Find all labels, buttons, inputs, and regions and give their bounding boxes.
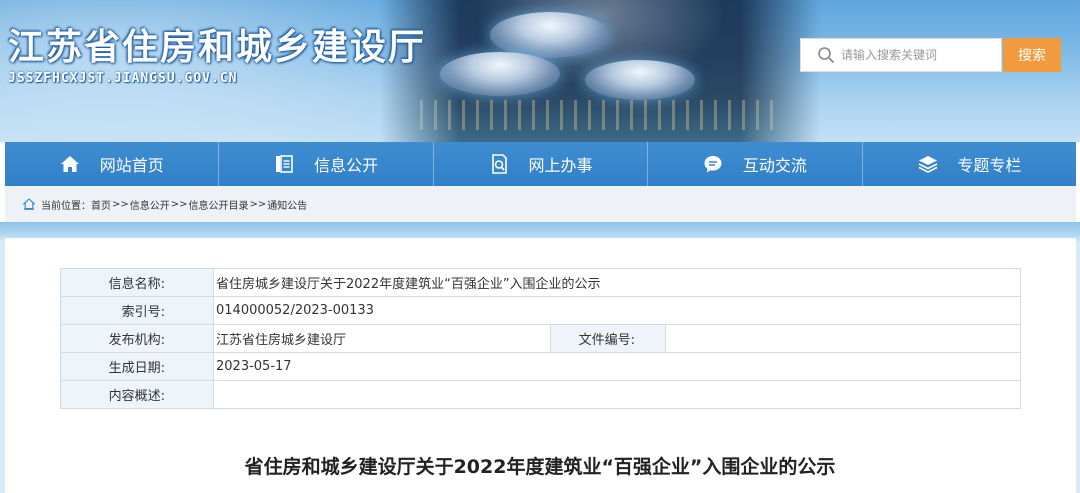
publishing-org-label: 发布机构:: [60, 324, 214, 353]
site-domain: JSSZFHCXJST.JIANGSU.GOV.CN: [8, 71, 238, 86]
stadium-dome: [440, 52, 560, 96]
breadcrumb-home[interactable]: 首页: [91, 197, 111, 212]
date-label: 生成日期:: [60, 352, 214, 381]
nav-item-home[interactable]: 网站首页: [5, 142, 220, 186]
breadcrumb-prefix: 当前位置：: [41, 200, 91, 212]
info-table: 信息名称: 省住房城乡建设厅关于2022年度建筑业“百强企业”入围企业的公示 索…: [60, 268, 1021, 409]
date-value: 2023-05-17: [213, 352, 1021, 381]
table-row: 发布机构: 江苏省住房城乡建设厅 文件编号:: [60, 324, 1021, 353]
city-lights: [420, 100, 780, 130]
publishing-org-value: 江苏省住房城乡建设厅: [213, 324, 551, 353]
breadcrumb-separator: >>: [249, 198, 267, 210]
stadium-dome: [585, 60, 695, 100]
document-title: 省住房和城乡建设厅关于2022年度建筑业“百强企业”入围企业的公示: [244, 456, 836, 478]
search-doc-icon: [489, 154, 509, 174]
nav-item-interaction[interactable]: 互动交流: [648, 142, 863, 186]
info-name-value: 省住房城乡建设厅关于2022年度建筑业“百强企业”入围企业的公示: [213, 268, 1021, 297]
table-row: 生成日期: 2023-05-17: [60, 352, 1021, 381]
search-button[interactable]: 搜索: [1003, 38, 1061, 72]
chat-icon: [703, 154, 723, 174]
stadium-dome: [490, 12, 610, 58]
file-number-label: 文件编号:: [550, 324, 666, 353]
index-number-value: 014000052/2023-00133: [213, 296, 1021, 325]
main-nav: 网站首页 信息公开 网上办事 互动交流 专题专栏: [5, 142, 1076, 186]
home-icon: [60, 154, 80, 174]
table-row: 索引号: 014000052/2023-00133: [60, 296, 1021, 325]
banner-stadium-image: [380, 0, 820, 142]
breadcrumb: 当前位置： 首页 >> 信息公开 >> 信息公开目录 >> 通知公告: [5, 186, 1076, 222]
nav-item-label: 互动交流: [742, 156, 807, 175]
file-number-value: [665, 324, 1021, 353]
search-icon: [817, 46, 835, 64]
index-number-label: 索引号:: [60, 296, 214, 325]
summary-label: 内容概述:: [60, 380, 214, 409]
table-row: 内容概述:: [60, 380, 1021, 409]
site-title[interactable]: 江苏省住房和城乡建设厅: [8, 18, 426, 70]
breadcrumb-separator: >>: [170, 198, 188, 210]
nav-item-label: 网站首页: [99, 156, 164, 175]
nav-item-label: 信息公开: [314, 156, 379, 175]
nav-item-special-topics[interactable]: 专题专栏: [863, 142, 1076, 186]
breadcrumb-info-catalog[interactable]: 信息公开目录: [189, 197, 249, 212]
breadcrumb-info-public[interactable]: 信息公开: [130, 197, 170, 212]
nav-item-label: 网上办事: [528, 156, 593, 175]
table-row: 信息名称: 省住房城乡建设厅关于2022年度建筑业“百强企业”入围企业的公示: [60, 268, 1021, 297]
breadcrumb-notices[interactable]: 通知公告: [267, 197, 307, 212]
summary-value: [213, 380, 1021, 409]
layers-icon: [917, 154, 938, 174]
breadcrumb-separator: >>: [112, 198, 129, 210]
nav-item-info-public[interactable]: 信息公开: [219, 142, 434, 186]
info-name-label: 信息名称:: [60, 268, 214, 297]
nav-item-label: 专题专栏: [957, 156, 1022, 175]
location-home-icon: [22, 198, 36, 210]
search-input[interactable]: [841, 48, 991, 62]
document-icon: [274, 154, 294, 174]
search-box: [800, 38, 1002, 72]
nav-item-online-service[interactable]: 网上办事: [434, 142, 649, 186]
